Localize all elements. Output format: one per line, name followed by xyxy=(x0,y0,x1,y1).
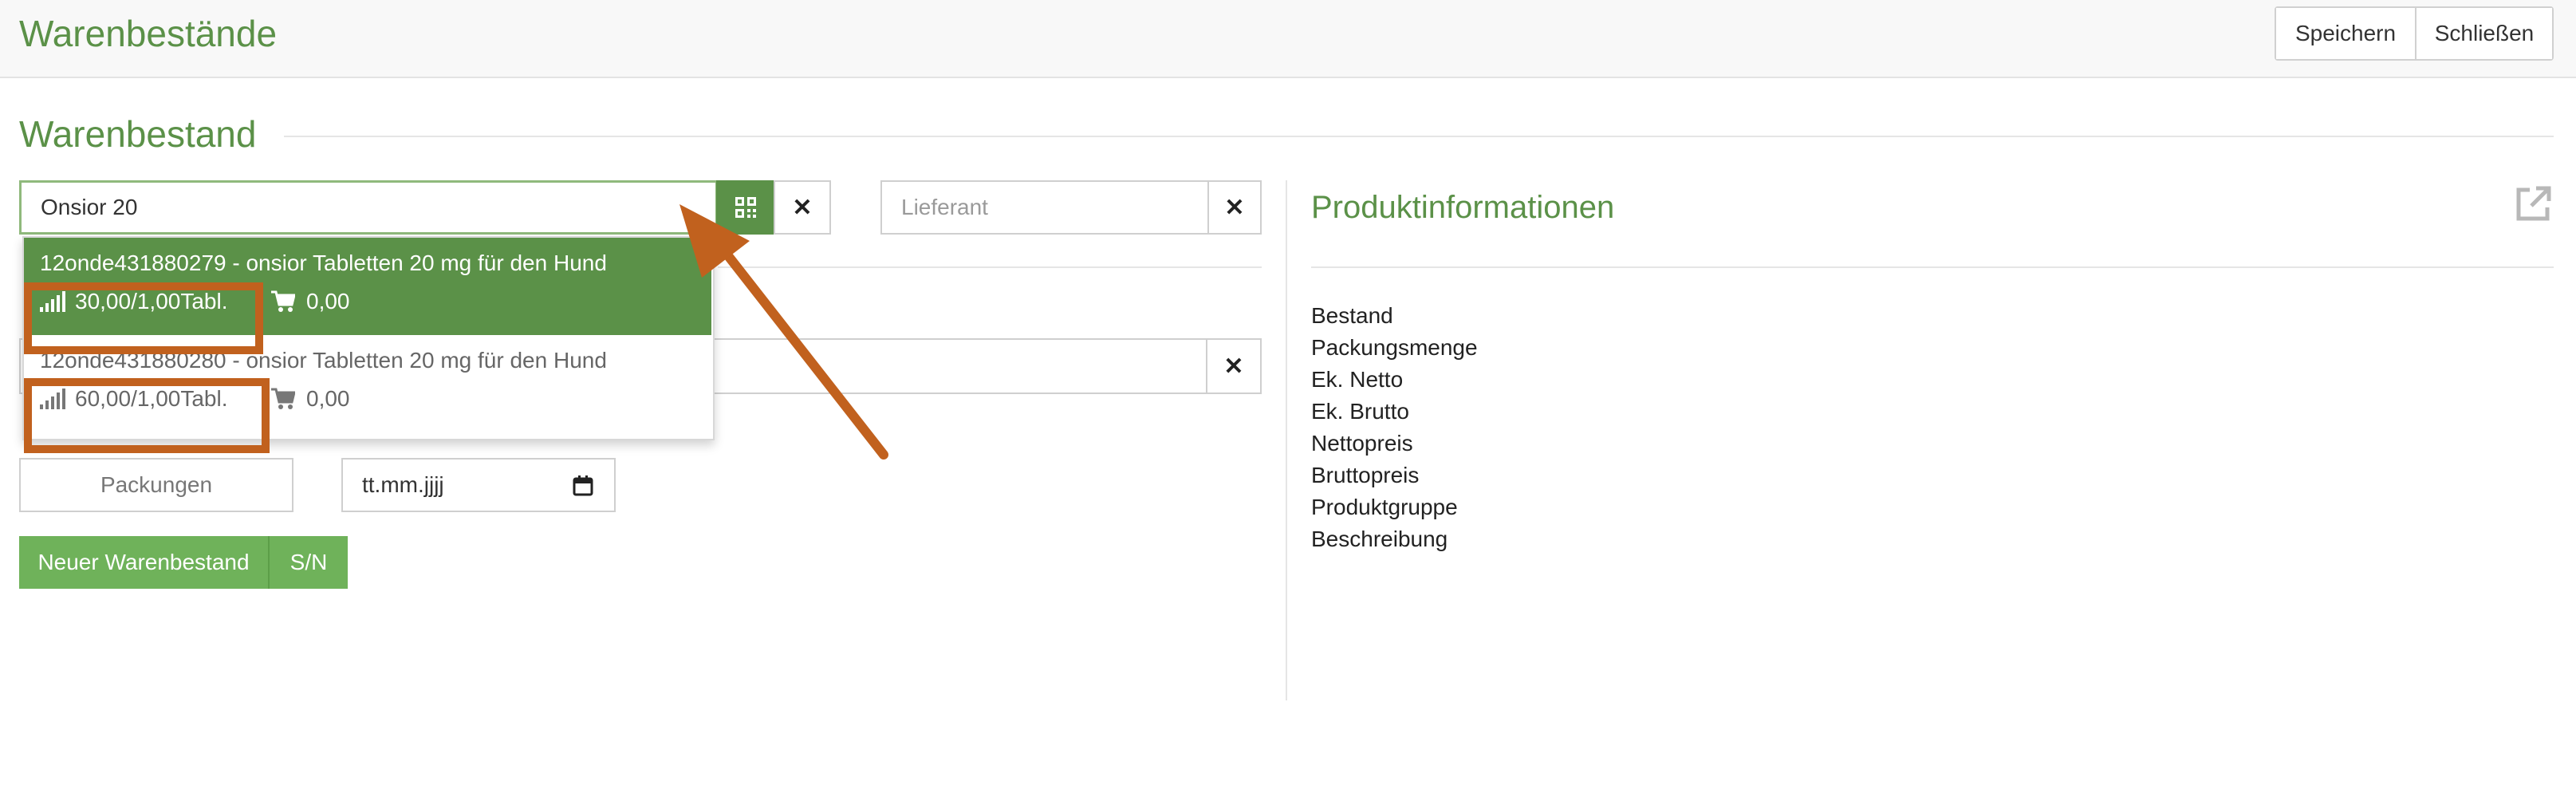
column-divider xyxy=(1286,180,1287,700)
annotation-highlight-box xyxy=(24,378,270,453)
info-label-beschreibung: Beschreibung xyxy=(1311,527,1448,551)
dropdown-item-price-value: 0,00 xyxy=(306,386,350,411)
supplier-placeholder: Lieferant xyxy=(901,195,988,219)
info-label-ek-netto: Ek. Netto xyxy=(1311,367,1404,392)
dropdown-item-price: 0,00 xyxy=(271,289,350,314)
clear-secondary-button[interactable]: ✕ xyxy=(1206,338,1262,394)
supplier-input[interactable]: Lieferant xyxy=(880,180,1209,235)
info-label-nettopreis: Nettopreis xyxy=(1311,431,1413,456)
product-search-input[interactable]: Onsior 20 xyxy=(19,180,718,235)
date-placeholder: tt.mm.jjjj xyxy=(362,472,444,497)
product-info-title: Produktinformationen xyxy=(1311,190,1615,225)
info-label-bruttopreis: Bruttopreis xyxy=(1311,463,1420,487)
top-bar xyxy=(0,0,2576,78)
info-label-produktgruppe: Produktgruppe xyxy=(1311,495,1458,519)
new-stock-button[interactable]: Neuer Warenbestand xyxy=(19,536,268,589)
dropdown-item-price: 0,00 xyxy=(271,386,350,412)
shopping-cart-icon xyxy=(271,388,295,409)
info-label-bestand: Bestand xyxy=(1311,303,1393,328)
info-label-ek-brutto: Ek. Brutto xyxy=(1311,399,1409,424)
close-button[interactable]: Schließen xyxy=(2415,8,2552,59)
packages-placeholder: Packungen xyxy=(100,472,213,497)
clear-supplier-button[interactable]: ✕ xyxy=(1207,180,1262,235)
page-title: Warenbestände xyxy=(19,13,278,54)
save-button[interactable]: Speichern xyxy=(2276,8,2415,59)
calendar-icon[interactable] xyxy=(573,475,593,496)
info-label-packungsmenge: Packungsmenge xyxy=(1311,335,1478,360)
product-info-divider xyxy=(1311,266,2554,268)
section-divider xyxy=(284,136,2554,137)
close-icon: ✕ xyxy=(1223,353,1244,380)
arrow-annotation xyxy=(679,204,888,460)
external-link-icon[interactable] xyxy=(2512,183,2554,225)
sn-button[interactable]: S/N xyxy=(270,536,348,589)
dropdown-item-price-value: 0,00 xyxy=(306,289,350,314)
section-title: Warenbestand xyxy=(19,113,257,155)
product-search-value: Onsior 20 xyxy=(41,195,138,219)
header-actions: Speichern Schließen xyxy=(2275,6,2554,61)
annotation-highlight-box xyxy=(24,282,263,354)
close-icon: ✕ xyxy=(1224,194,1245,221)
dropdown-item-name: 12onde431880279 - onsior Tabletten 20 mg… xyxy=(40,250,607,275)
packages-input[interactable]: Packungen xyxy=(19,458,293,512)
shopping-cart-icon xyxy=(271,290,295,312)
date-input[interactable]: tt.mm.jjjj xyxy=(341,458,616,512)
